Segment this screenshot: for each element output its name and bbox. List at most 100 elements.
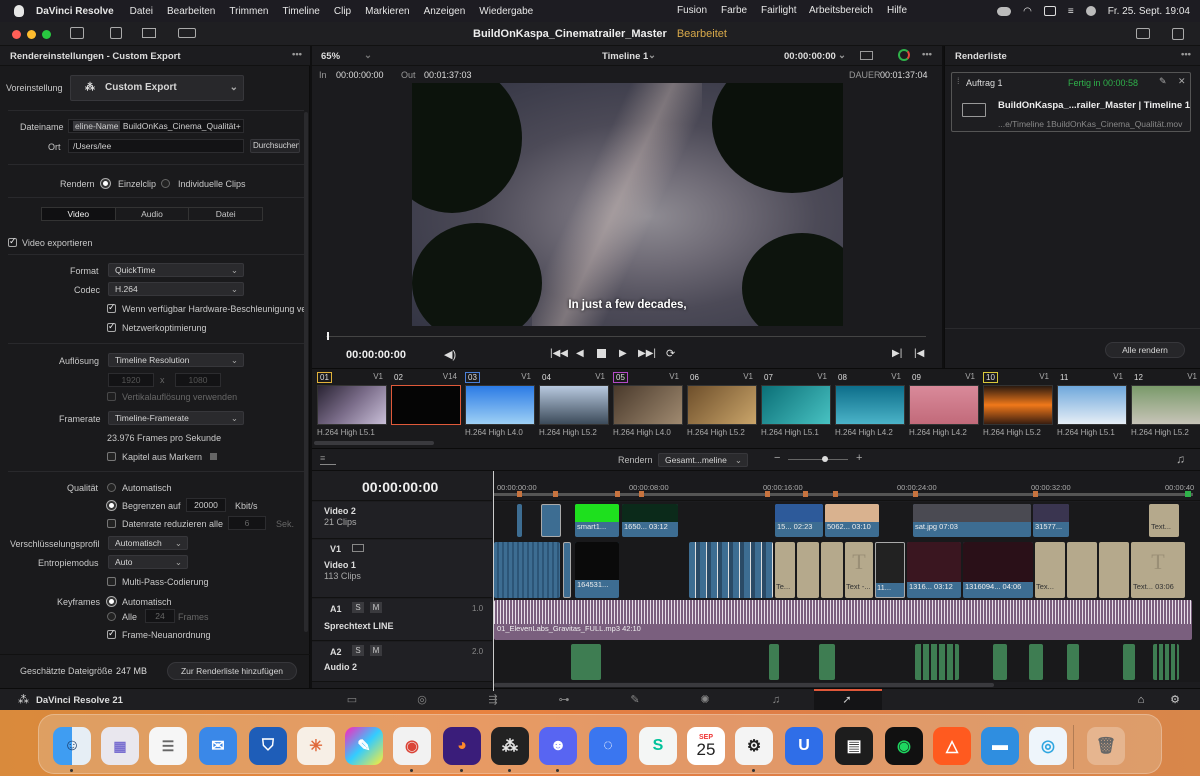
track-header-a1[interactable]: A1 S M 1.0 Sprechtext LINE [312, 599, 492, 641]
viewer-top-timecode[interactable]: 00:00:00:00 [784, 51, 836, 62]
mute-button[interactable]: M [370, 645, 382, 656]
audio-clip[interactable] [769, 644, 779, 680]
page-fusion-icon[interactable]: ⊶ [557, 693, 571, 707]
video-clip[interactable]: smart1... [575, 504, 619, 537]
drag-handle-icon[interactable]: ⁞ [957, 76, 960, 86]
media-clip[interactable]: 07 V1 H.264 High L5.1 [758, 371, 831, 441]
solo-button[interactable]: S [352, 602, 364, 613]
text-clip[interactable]: Te... [775, 542, 795, 598]
proton-icon[interactable]: ◎ [1029, 727, 1067, 765]
audio-clip[interactable] [993, 644, 1007, 680]
video-clip[interactable]: 31577... [1033, 504, 1069, 537]
media-clip[interactable]: 10 V1 H.264 High L5.2 [980, 371, 1053, 441]
marker-color-icon[interactable] [210, 453, 217, 460]
wifi-icon[interactable]: ◠ [1023, 6, 1032, 17]
video-clip-group[interactable] [494, 542, 560, 598]
keyframes-auto-radio[interactable] [107, 597, 116, 606]
menu-item-fairlight[interactable]: Fairlight [761, 5, 797, 16]
clip-thumbnail[interactable] [835, 385, 905, 425]
media-clip[interactable]: 08 V1 H.264 High L4.2 [832, 371, 905, 441]
settings-scrollbar[interactable] [304, 112, 308, 632]
pixelmator-icon[interactable]: ✎ [345, 727, 383, 765]
zoom-out-icon[interactable]: − [774, 452, 780, 464]
video-clip[interactable]: 1316... 03:12 [907, 542, 961, 598]
film-strip-icon[interactable] [352, 544, 364, 552]
menubar-clock[interactable]: Fr. 25. Sept. 19:04 [1108, 6, 1190, 17]
menu-item-timeline[interactable]: Timeline [282, 6, 319, 17]
media-clip[interactable]: 02 V14 [388, 371, 461, 441]
video-clip[interactable]: 164531... [575, 542, 619, 598]
height-input[interactable]: 1080 [175, 373, 221, 387]
bitwarden-icon[interactable]: ⛉ [249, 727, 287, 765]
display-mode-icon[interactable] [1136, 28, 1150, 39]
video-clip[interactable] [541, 504, 561, 537]
collapse-icon[interactable] [1172, 28, 1184, 40]
video-clip[interactable] [517, 504, 522, 537]
audio-clip[interactable] [1123, 644, 1135, 680]
audio-clip[interactable] [1029, 644, 1043, 680]
vertical-res-checkbox[interactable] [107, 392, 116, 401]
media-clip[interactable]: 01 V1 H.264 High L5.1 [314, 371, 387, 441]
keyframes-input[interactable]: 24 [145, 609, 175, 623]
media-clip[interactable]: 05 V1 H.264 High L4.0 [610, 371, 683, 441]
timeline-view-icon[interactable]: ≡ [320, 453, 336, 465]
solo-button[interactable]: S [352, 645, 364, 656]
mail-icon[interactable]: ✉ [199, 727, 237, 765]
filename-token[interactable]: eline-Name [73, 121, 121, 131]
render-all-button[interactable]: Alle rendern [1105, 342, 1185, 358]
timeline-marker[interactable] [803, 491, 808, 497]
datarate-interval-input[interactable]: 6 [228, 516, 266, 530]
battery-icon[interactable] [1043, 6, 1056, 16]
media-clip[interactable]: 11 V1 H.264 High L5.1 [1054, 371, 1127, 441]
ulysses-icon[interactable]: U [785, 727, 823, 765]
audio-clip[interactable] [571, 644, 601, 680]
timeline-marker[interactable] [615, 491, 620, 497]
entropy-dropdown[interactable]: Auto ⌄ [108, 555, 188, 569]
clip-thumbnail[interactable] [983, 385, 1053, 425]
audio-clip[interactable]: 01_ElevenLabs_Gravitas_FULL.mp3 42:10 [494, 600, 1192, 640]
datarate-reduce-checkbox[interactable] [107, 519, 116, 528]
clip-thumbnail[interactable] [465, 385, 535, 425]
edit-pencil-icon[interactable]: ✎ [1159, 76, 1167, 87]
text-clip[interactable]: T Text -... [845, 542, 873, 598]
video-clip[interactable]: 11... [875, 542, 905, 598]
claquette-icon[interactable]: ▤ [835, 727, 873, 765]
skip-end-icon[interactable]: ▶▶| [638, 348, 656, 359]
menu-item-datei[interactable]: Datei [130, 6, 153, 17]
siri-icon[interactable] [1085, 6, 1096, 16]
tab-datei[interactable]: Datei [188, 208, 262, 220]
chevron-down-icon[interactable]: ⌄ [648, 50, 656, 61]
media-clip[interactable]: 04 V1 H.264 High L5.2 [536, 371, 609, 441]
text-clip[interactable] [797, 542, 819, 598]
timeline-marker-green[interactable] [1185, 491, 1191, 497]
affinity-icon[interactable]: △ [933, 727, 971, 765]
out-timecode[interactable]: 00:01:37:03 [424, 70, 472, 80]
clip-thumbnail[interactable] [613, 385, 683, 425]
timeline-marker[interactable] [639, 491, 644, 497]
quality-auto-radio[interactable] [107, 483, 116, 492]
clip-thumbnail[interactable] [1057, 385, 1127, 425]
scrubber-playhead[interactable] [327, 332, 329, 340]
keyframes-all-radio[interactable] [107, 612, 116, 621]
clip-thumbnail[interactable] [317, 385, 387, 425]
menu-item-trimmen[interactable]: Trimmen [229, 6, 268, 17]
location-input[interactable]: /Users/lee [68, 139, 244, 153]
discord-icon[interactable]: ☻ [539, 727, 577, 765]
timeline-scrollbar[interactable] [494, 683, 994, 687]
timeline-marker[interactable] [913, 491, 918, 497]
timeline-marker[interactable] [1033, 491, 1038, 497]
single-clip-radio[interactable] [101, 179, 110, 188]
next-edit-icon[interactable]: ▶| [892, 348, 902, 359]
audio-clip[interactable] [1067, 644, 1079, 680]
video-clip[interactable]: 15... 02:23 [775, 504, 823, 537]
video-clip[interactable]: sat.jpg 07:03 [913, 504, 1031, 537]
more-options-icon[interactable]: ••• [922, 49, 932, 60]
scrubber-bar[interactable] [326, 336, 926, 337]
clip-thumbnail[interactable] [1131, 385, 1200, 425]
codec-dropdown[interactable]: H.264 ⌄ [108, 282, 244, 296]
sync-icon[interactable] [898, 49, 910, 61]
reverse-play-icon[interactable]: ◀ [576, 348, 584, 359]
video-clip[interactable]: 1316094... 04:06 [963, 542, 1033, 598]
width-input[interactable]: 1920 [108, 373, 154, 387]
clip-thumbnail[interactable] [539, 385, 609, 425]
